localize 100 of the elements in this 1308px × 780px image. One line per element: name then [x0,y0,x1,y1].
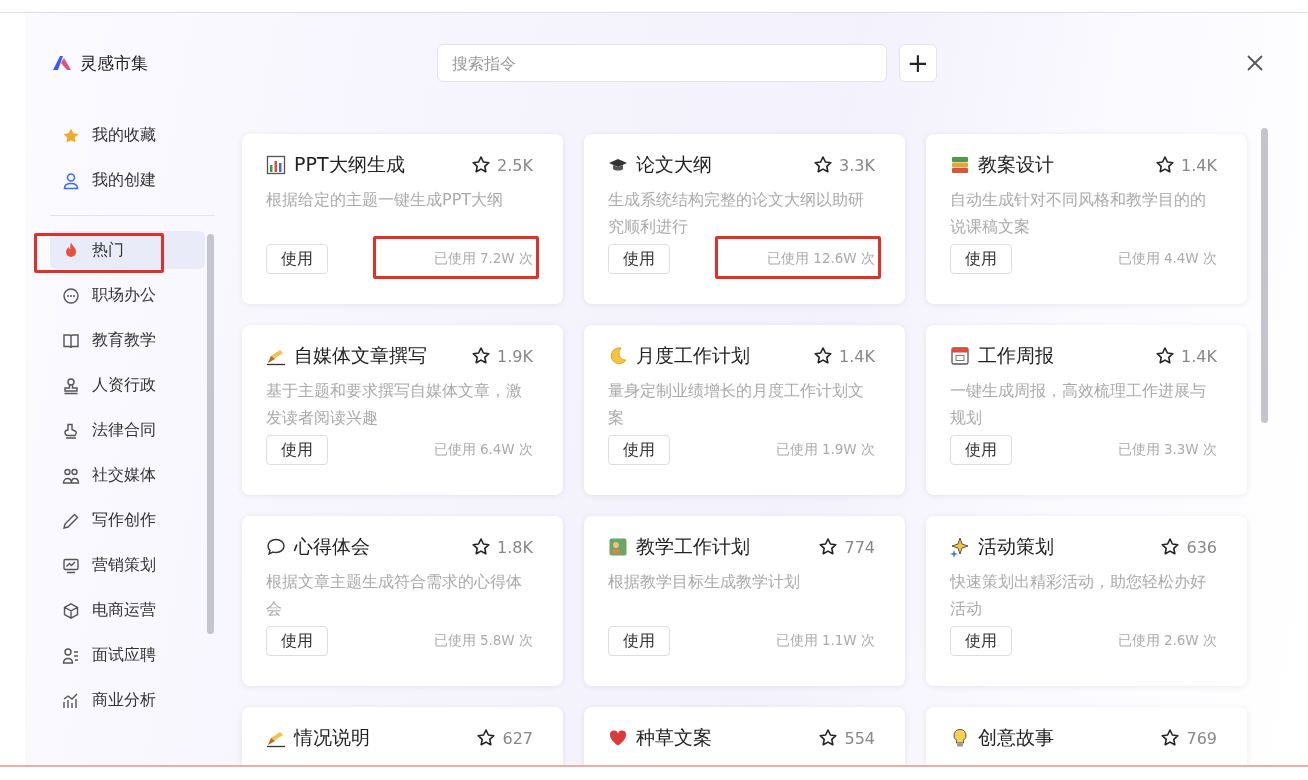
use-button[interactable]: 使用 [608,626,670,656]
use-button[interactable]: 使用 [950,435,1012,465]
favorite-count: 627 [502,728,533,748]
use-button[interactable]: 使用 [608,435,670,465]
card-description: 基于主题和要求撰写自媒体文章，激发读者阅读兴趣 [266,380,523,429]
sidebar-item[interactable]: 热门 [50,231,205,269]
favorite-count: 1.4K [1181,155,1217,175]
card-title: 教案设计 [978,152,1055,177]
teacher-icon [608,537,628,557]
card-title: 论文大纲 [636,152,713,177]
favorite-count: 636 [1186,537,1217,557]
sparkle-icon [950,537,970,557]
chat-icon [62,286,80,305]
sidebar-item[interactable]: 我的创建 [50,158,205,203]
use-button[interactable]: 使用 [950,244,1012,274]
card-title: 创意故事 [978,725,1055,750]
search-field[interactable]: 搜索指令 [437,44,887,82]
star-icon[interactable] [471,537,492,557]
usage-count: 已使用 4.4W 次 [1117,250,1217,268]
sidebar-item[interactable]: 营销策划 [50,543,205,588]
sidebar-item[interactable]: 社交媒体 [50,453,205,498]
sidebar-item[interactable]: 教育教学 [50,318,205,363]
card-description: 量身定制业绩增长的月度工作计划文案 [608,380,865,429]
star-icon[interactable] [476,728,497,748]
favorite-count: 1.4K [1181,346,1217,366]
star-icon[interactable] [818,537,839,557]
favorite-count: 774 [844,537,875,557]
sidebar-item[interactable]: 我的收藏 [50,113,205,158]
star-icon[interactable] [471,155,492,175]
card-title: 自媒体文章撰写 [294,343,428,368]
bubble-icon [266,537,286,557]
favorite-count: 554 [844,728,875,748]
card-description: 生成系统结构完整的论文大纲以助研究顺利进行 [608,189,865,238]
usage-count: 已使用 7.2W 次 [433,250,533,268]
pencil-icon [62,511,80,530]
growth-icon [62,691,80,710]
card-description: 根据文章主题生成符合需求的心得体会 [266,571,523,620]
chart-icon [266,155,286,175]
card-title: 情况说明 [294,725,371,750]
star-icon[interactable] [813,155,834,175]
favorite-count: 1.9K [497,346,533,366]
usage-count: 已使用 6.4W 次 [433,441,533,459]
use-button[interactable]: 使用 [266,244,328,274]
sidebar-item[interactable]: 面试应聘 [50,633,205,678]
heart-icon [608,728,628,748]
sidebar-item[interactable]: 电商运营 [50,588,205,633]
usage-count: 已使用 5.8W 次 [433,632,533,650]
sidebar-item[interactable]: 商业分析 [50,678,205,723]
favorite-count: 1.8K [497,537,533,557]
star-icon[interactable] [818,728,839,748]
star-icon[interactable] [813,346,834,366]
stamp-icon [62,376,80,395]
star-icon[interactable] [1155,155,1176,175]
card-description: 快速策划出精彩活动，助您轻松办好活动 [950,571,1207,620]
favorite-count: 3.3K [839,155,875,175]
card-title: 心得体会 [294,534,371,559]
user-icon [62,171,80,190]
card-description: 根据给定的主题一键生成PPT大纲 [266,189,505,211]
card-title: 教学工作计划 [636,534,751,559]
star-icon[interactable] [471,346,492,366]
scrollbar-thumb[interactable] [207,234,214,634]
bulb-icon [950,728,970,748]
card-description: 一键生成周报，高效梳理工作进展与规划 [950,380,1207,429]
sidebar-item[interactable]: 人资行政 [50,363,205,408]
use-button[interactable]: 使用 [950,626,1012,656]
favorite-count: 2.5K [497,155,533,175]
card-title: 种草文案 [636,725,713,750]
star-icon[interactable] [1160,537,1181,557]
sidebar-item[interactable]: 法律合同 [50,408,205,453]
usage-count: 已使用 1.1W 次 [775,632,875,650]
star-icon[interactable] [1155,346,1176,366]
cube-icon [62,601,80,620]
usage-count: 已使用 2.6W 次 [1117,632,1217,650]
monitor-icon [62,556,80,575]
card-title: 工作周报 [978,343,1055,368]
use-button[interactable]: 使用 [266,435,328,465]
star-icon[interactable] [1160,728,1181,748]
card-title: PPT大纲生成 [294,152,406,177]
moon-icon [608,346,628,366]
calendar-icon [950,346,970,366]
card-description: 自动生成针对不同风格和教学目的的说课稿文案 [950,189,1207,238]
use-button[interactable]: 使用 [608,244,670,274]
use-button[interactable]: 使用 [266,626,328,656]
book-icon [62,331,80,350]
logo-icon [52,55,72,71]
usage-count: 已使用 12.6W 次 [767,250,875,268]
scrollbar-thumb[interactable] [1261,128,1268,423]
card-title: 活动策划 [978,534,1055,559]
people-icon [62,466,80,485]
sidebar-item[interactable]: 职场办公 [50,273,205,318]
usage-count: 已使用 1.9W 次 [775,441,875,459]
userlist-icon [62,646,80,665]
close-icon[interactable] [1246,54,1264,72]
favorite-count: 1.4K [839,346,875,366]
card-title: 月度工作计划 [636,343,751,368]
books-icon [950,155,970,175]
add-button[interactable]: + [899,44,937,82]
usage-count: 已使用 3.3W 次 [1117,441,1217,459]
app-title: 灵感市集 [80,51,148,75]
sidebar-item[interactable]: 写作创作 [50,498,205,543]
